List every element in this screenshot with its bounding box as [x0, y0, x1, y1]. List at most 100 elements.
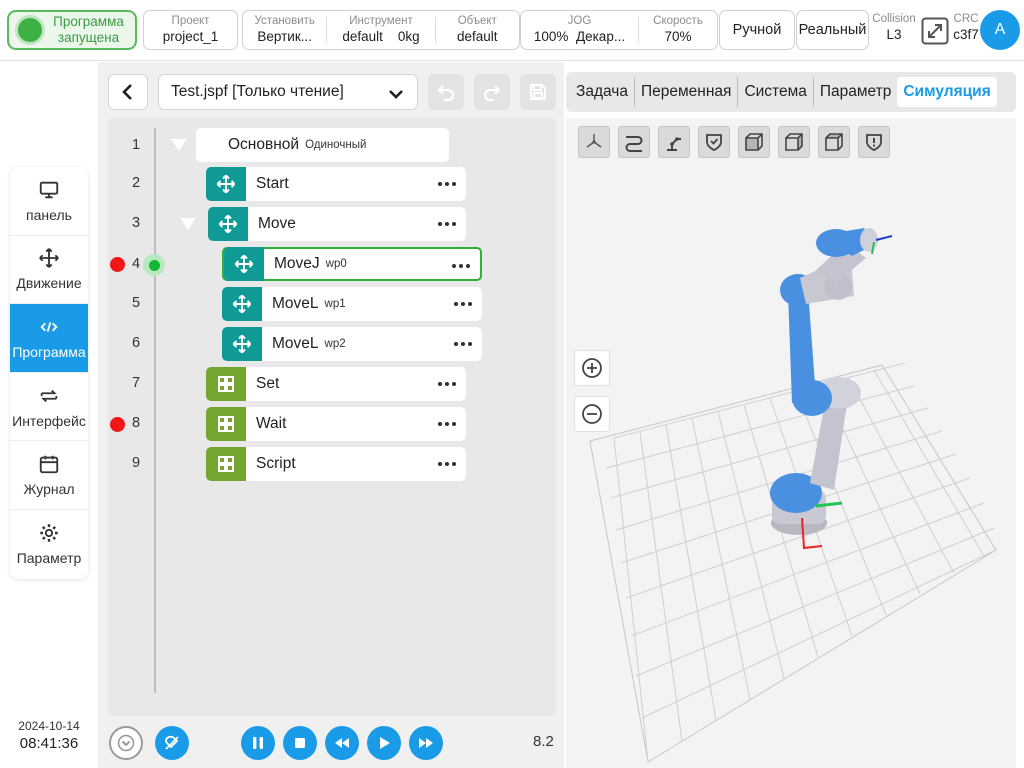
view-front-button[interactable]	[738, 126, 770, 158]
program-node-movel[interactable]: MoveL wp1	[222, 287, 482, 321]
more-options-icon[interactable]	[454, 337, 472, 351]
jog-cell[interactable]: JOG 100% Декар...	[521, 11, 638, 49]
robot-3d-scene[interactable]	[566, 118, 1016, 768]
project-box[interactable]: Проект project_1	[143, 10, 238, 50]
collapse-toggle[interactable]	[180, 218, 196, 230]
nav-item-label: Движение	[16, 275, 82, 292]
undo-button[interactable]	[428, 74, 464, 110]
tab-simulation[interactable]: Симуляция	[897, 77, 997, 107]
breakpoint-marker[interactable]	[110, 257, 125, 272]
top-bar: Программа запущена Проект project_1 Уста…	[0, 0, 1024, 61]
right-panel-tabs: Задача Переменная Система Параметр Симул…	[566, 72, 1016, 112]
zoom-out-button[interactable]	[574, 396, 610, 432]
jog-speed-box[interactable]: JOG 100% Декар... Скорость 70%	[520, 10, 718, 50]
project-value: project_1	[162, 29, 219, 44]
node-sub-label: wp0	[325, 258, 347, 270]
pause-icon	[253, 737, 263, 749]
nav-item-interface[interactable]: Интерфейс	[10, 373, 88, 442]
node-sub-label: wp1	[324, 298, 346, 310]
more-options-icon[interactable]	[438, 457, 456, 471]
cube-side-icon	[785, 133, 803, 151]
view-iso-button[interactable]	[578, 126, 610, 158]
program-node-movej-selected[interactable]: MoveJ wp0	[222, 247, 482, 281]
left-navigation: панель Движение Программа Интерфейс Журн…	[10, 167, 88, 579]
breakpoint-toggle-button[interactable]	[155, 726, 189, 760]
jog-percent: 100%	[533, 29, 569, 44]
gear-icon	[40, 524, 58, 542]
pause-button[interactable]	[241, 726, 275, 760]
more-options-icon[interactable]	[454, 297, 472, 311]
speed-label: Скорость	[653, 15, 703, 27]
grid-node-icon	[206, 407, 246, 441]
node-sub-label: wp2	[324, 338, 346, 350]
real-mode-button[interactable]: Реальный	[796, 10, 869, 50]
tab-parameter[interactable]: Параметр	[814, 77, 897, 107]
program-file-select[interactable]: Test.jspf [Только чтение]	[158, 74, 418, 110]
crc-value: c3f7	[953, 27, 979, 42]
program-node-move[interactable]: Move	[208, 207, 466, 241]
disable-breakpoint-icon	[165, 735, 179, 750]
program-status-badge[interactable]: Программа запущена	[7, 10, 137, 50]
view-warning-button[interactable]	[858, 126, 890, 158]
program-node-set[interactable]: Set	[206, 367, 466, 401]
view-side-button[interactable]	[778, 126, 810, 158]
view-robot-button[interactable]	[658, 126, 690, 158]
zoom-in-button[interactable]	[574, 350, 610, 386]
program-node-movel[interactable]: MoveL wp2	[222, 327, 482, 361]
node-name: MoveL	[272, 335, 319, 352]
path-icon	[625, 136, 643, 152]
follow-cursor-button[interactable]	[109, 726, 143, 760]
tab-variable[interactable]: Переменная	[635, 77, 739, 107]
more-options-icon[interactable]	[438, 217, 456, 231]
tab-task[interactable]: Задача	[570, 77, 636, 107]
object-cell[interactable]: Объект default	[436, 11, 519, 49]
stop-button[interactable]	[283, 726, 317, 760]
user-avatar[interactable]: A	[980, 10, 1020, 50]
crc-readout: CRC c3f7	[950, 12, 982, 43]
view-path-button[interactable]	[618, 126, 650, 158]
more-options-icon[interactable]	[438, 177, 456, 191]
manual-mode-button[interactable]: Ручной	[719, 10, 795, 50]
redo-button[interactable]	[474, 74, 510, 110]
monitor-icon	[39, 181, 59, 199]
play-button[interactable]	[367, 726, 401, 760]
move-node-icon	[206, 167, 246, 201]
tool-cell[interactable]: Инструмент default 0kg	[327, 11, 434, 49]
node-name: MoveL	[272, 295, 319, 312]
nav-item-label: Программа	[12, 343, 86, 360]
collapse-toggle[interactable]	[171, 139, 187, 151]
save-icon	[530, 84, 546, 100]
system-clock: 2024-10-14 08:41:36	[10, 719, 88, 752]
view-safety-button[interactable]	[698, 126, 730, 158]
nav-item-journal[interactable]: Журнал	[10, 441, 88, 510]
cube-front-icon	[745, 133, 763, 151]
program-node-script[interactable]: Script	[206, 447, 466, 481]
line-number: 9	[131, 455, 141, 471]
nav-item-panel[interactable]: панель	[10, 167, 88, 236]
collision-level[interactable]: Collision L3	[871, 12, 917, 43]
program-node-wait[interactable]: Wait	[206, 407, 466, 441]
step-back-button[interactable]	[325, 726, 359, 760]
step-forward-button[interactable]	[409, 726, 443, 760]
view-top-button[interactable]	[818, 126, 850, 158]
nav-item-program[interactable]: Программа	[10, 304, 88, 373]
tool-value: default 0kg	[342, 28, 419, 45]
save-button[interactable]	[520, 74, 556, 110]
more-options-icon[interactable]	[438, 377, 456, 391]
back-button[interactable]	[108, 74, 148, 110]
program-node-start[interactable]: Start	[206, 167, 466, 201]
speed-cell[interactable]: Скорость 70%	[639, 11, 717, 49]
expand-icon[interactable]	[921, 17, 949, 45]
move-icon	[39, 248, 59, 269]
nav-item-parameters[interactable]: Параметр	[10, 510, 88, 579]
install-cell[interactable]: Установить Вертик...	[243, 11, 326, 49]
install-tool-object-box[interactable]: Установить Вертик... Инструмент default …	[242, 10, 520, 50]
more-options-icon[interactable]	[452, 259, 470, 273]
line-number: 7	[131, 375, 141, 391]
more-options-icon[interactable]	[438, 417, 456, 431]
tab-system[interactable]: Система	[738, 77, 814, 107]
program-node-main[interactable]: Основной Одиночный	[196, 128, 449, 162]
nav-item-motion[interactable]: Движение	[10, 236, 88, 305]
chevron-left-icon	[122, 84, 132, 100]
breakpoint-marker[interactable]	[110, 417, 125, 432]
